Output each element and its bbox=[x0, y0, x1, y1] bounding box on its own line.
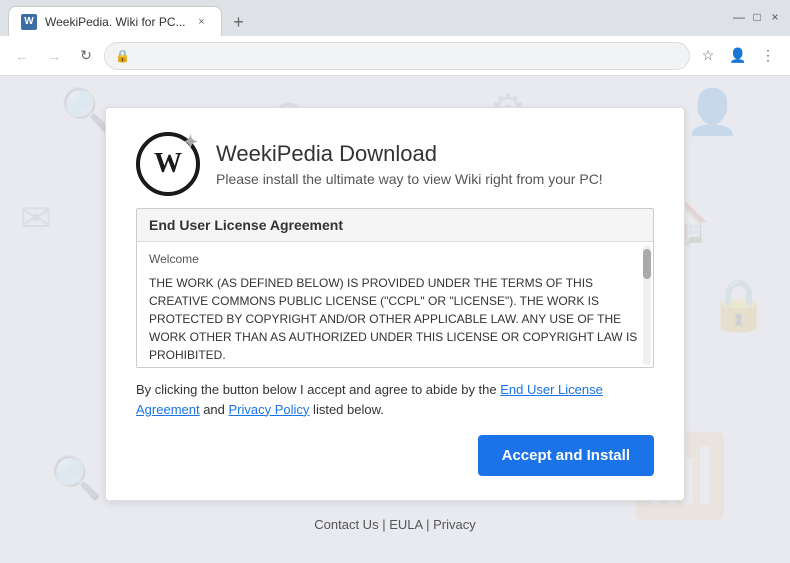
eula-content[interactable]: Welcome THE WORK (AS DEFINED BELOW) IS P… bbox=[137, 242, 653, 364]
close-button[interactable]: × bbox=[768, 10, 782, 24]
eula-scrollbar[interactable] bbox=[643, 245, 651, 365]
tab-favicon: W bbox=[21, 14, 37, 30]
logo-star: ✦ bbox=[183, 132, 198, 153]
footer-eula-link[interactable]: EULA bbox=[389, 517, 422, 532]
new-tab-button[interactable]: + bbox=[226, 10, 250, 34]
navigation-bar: ← → ↻ 🔒 ☆ 👤 ⋮ bbox=[0, 36, 790, 76]
back-button[interactable]: ← bbox=[8, 42, 36, 70]
forward-button[interactable]: → bbox=[40, 42, 68, 70]
page-content: 🔍 ⊕ ⚙ 👤 ✉ 💬 🏠 🔍 ⊕ 📶 🔒 W ✦ WeekiPedia Dow… bbox=[0, 76, 790, 563]
tab-title: WeekiPedia. Wiki for PC... bbox=[45, 15, 185, 29]
logo: W ✦ bbox=[136, 132, 200, 196]
bg-icon-lock: 🔒 bbox=[708, 276, 770, 335]
address-bar[interactable]: 🔒 bbox=[104, 42, 690, 70]
bg-icon-search2: 🔍 bbox=[50, 454, 102, 503]
title-bar: W WeekiPedia. Wiki for PC... × + — □ × bbox=[0, 0, 790, 36]
main-card: W ✦ WeekiPedia Download Please install t… bbox=[105, 107, 685, 501]
page-title: WeekiPedia Download bbox=[216, 141, 603, 167]
footer-privacy-link[interactable]: Privacy bbox=[433, 517, 476, 532]
agreement-text-before: By clicking the button below I accept an… bbox=[136, 382, 500, 397]
eula-body: THE WORK (AS DEFINED BELOW) IS PROVIDED … bbox=[149, 274, 641, 364]
footer-contact-link[interactable]: Contact Us bbox=[314, 517, 378, 532]
bg-icon-person: 👤 bbox=[685, 86, 740, 138]
accept-install-button[interactable]: Accept and Install bbox=[478, 435, 654, 476]
minimize-button[interactable]: — bbox=[732, 10, 746, 24]
menu-button[interactable]: ⋮ bbox=[754, 42, 782, 70]
card-header: W ✦ WeekiPedia Download Please install t… bbox=[136, 132, 654, 196]
footer-separator-1: | bbox=[382, 517, 385, 532]
tabs-area: W WeekiPedia. Wiki for PC... × + bbox=[8, 0, 732, 36]
nav-actions: ☆ 👤 ⋮ bbox=[694, 42, 782, 70]
agreement-text: By clicking the button below I accept an… bbox=[136, 380, 654, 419]
window-controls: — □ × bbox=[732, 10, 782, 24]
page-subtitle: Please install the ultimate way to view … bbox=[216, 171, 603, 187]
bg-icon-mail: ✉ bbox=[20, 196, 52, 241]
active-tab[interactable]: W WeekiPedia. Wiki for PC... × bbox=[8, 6, 222, 36]
eula-welcome: Welcome bbox=[149, 250, 641, 268]
account-button[interactable]: 👤 bbox=[724, 42, 752, 70]
maximize-button[interactable]: □ bbox=[750, 10, 764, 24]
refresh-button[interactable]: ↻ bbox=[72, 42, 100, 70]
privacy-link[interactable]: Privacy Policy bbox=[229, 402, 310, 417]
bookmark-button[interactable]: ☆ bbox=[694, 42, 722, 70]
agreement-text-middle: and bbox=[200, 402, 229, 417]
eula-scrollbar-thumb[interactable] bbox=[643, 249, 651, 279]
eula-box[interactable]: End User License Agreement Welcome THE W… bbox=[136, 208, 654, 368]
lock-icon: 🔒 bbox=[115, 49, 130, 63]
browser-window: W WeekiPedia. Wiki for PC... × + — □ × ←… bbox=[0, 0, 790, 563]
footer-separator-2: | bbox=[426, 517, 429, 532]
page-footer: Contact Us | EULA | Privacy bbox=[314, 517, 475, 532]
tab-close-button[interactable]: × bbox=[193, 14, 209, 30]
card-header-text: WeekiPedia Download Please install the u… bbox=[216, 141, 603, 187]
eula-header: End User License Agreement bbox=[137, 209, 653, 242]
agreement-text-after: listed below. bbox=[309, 402, 383, 417]
